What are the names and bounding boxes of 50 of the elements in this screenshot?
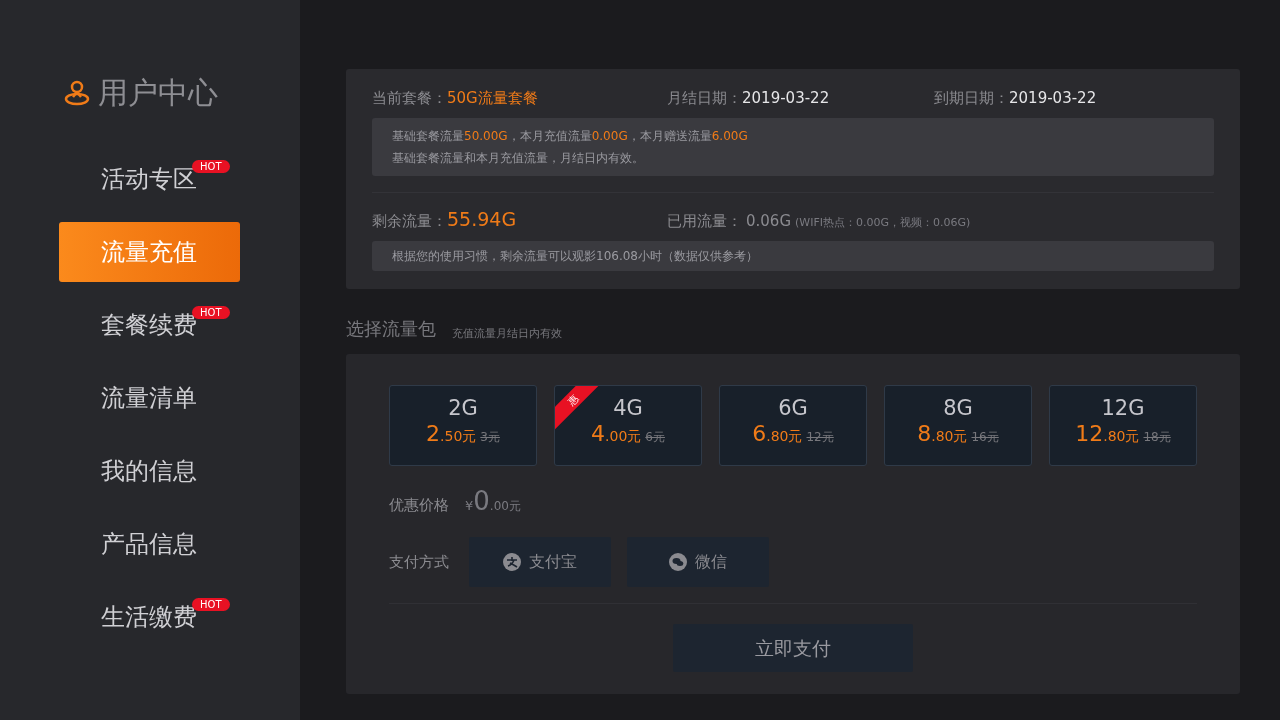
section-subtitle: 充值流量月结日内有效 (452, 325, 562, 342)
notice-text: 基础套餐流量和本月充值流量，月结日内有效。 (392, 149, 645, 167)
original-price: 18元 (1143, 430, 1171, 445)
field-value: 2019-03-22 (742, 88, 830, 109)
package-card[interactable]: 4G 4.00元 6元 惠 (554, 385, 702, 466)
package-price: 6.80元 (752, 421, 803, 448)
field-label: 当前套餐： (372, 88, 447, 109)
sidebar-title: 用户中心 (98, 74, 218, 112)
wechat-icon (669, 553, 687, 571)
user-location-icon (64, 78, 90, 107)
package-price: 12.80元 (1075, 421, 1140, 448)
sidebar-item[interactable]: 产品信息 (59, 514, 240, 574)
package-card[interactable]: 2G 2.50元 3元 (389, 385, 537, 466)
package-price: 2.50元 (426, 421, 477, 448)
payment-option[interactable]: 支付宝 (469, 537, 611, 587)
remaining-value: 55.94G (447, 206, 517, 232)
field-label: 支付方式 (389, 551, 449, 573)
package-size: 6G (778, 396, 808, 422)
package-card[interactable]: 8G 8.80元 16元 (884, 385, 1032, 466)
original-price: 6元 (645, 430, 665, 445)
original-price: 3元 (480, 430, 500, 445)
original-price: 12元 (806, 430, 834, 445)
field-label: 优惠价格 (389, 495, 449, 516)
used-detail: (WIFI热点：0.00G，视频：0.06G) (795, 214, 971, 231)
notice-text: 根据您的使用习惯，剩余流量可以观影106.08小时（数据仅供参考） (392, 248, 759, 265)
package-card[interactable]: 12G 12.80元 18元 (1049, 385, 1197, 466)
notice-text: 基础套餐流量50.00G，本月充值流量0.00G，本月赠送流量6.00G (392, 127, 749, 145)
used-value: 0.06G (746, 210, 792, 232)
package-price: 8.80元 (917, 421, 968, 448)
field-label: 月结日期： (667, 88, 742, 109)
field-value: 50G流量套餐 (447, 88, 538, 109)
field-label: 到期日期： (934, 88, 1009, 109)
original-price: 16元 (971, 430, 999, 445)
section-title: 选择流量包 (346, 317, 436, 341)
package-size: 2G (448, 396, 478, 422)
field-value: 2019-03-22 (1009, 88, 1097, 109)
package-size: 8G (943, 396, 973, 422)
field-label: 已用流量： (667, 210, 742, 232)
sidebar-item[interactable]: 我的信息 (59, 441, 240, 501)
pay-now-button[interactable]: 立即支付 (673, 624, 913, 672)
package-price: 4.00元 (591, 421, 642, 448)
discount-price: ¥0.00元 (465, 485, 521, 518)
package-size: 4G (613, 396, 643, 422)
sidebar-item[interactable]: 流量清单 (59, 368, 240, 428)
hot-badge: HOT (192, 160, 230, 173)
payment-option[interactable]: 微信 (627, 537, 769, 587)
package-size: 12G (1101, 396, 1145, 422)
package-card[interactable]: 6G 6.80元 12元 (719, 385, 867, 466)
field-label: 剩余流量： (372, 210, 447, 232)
alipay-icon (503, 553, 521, 571)
